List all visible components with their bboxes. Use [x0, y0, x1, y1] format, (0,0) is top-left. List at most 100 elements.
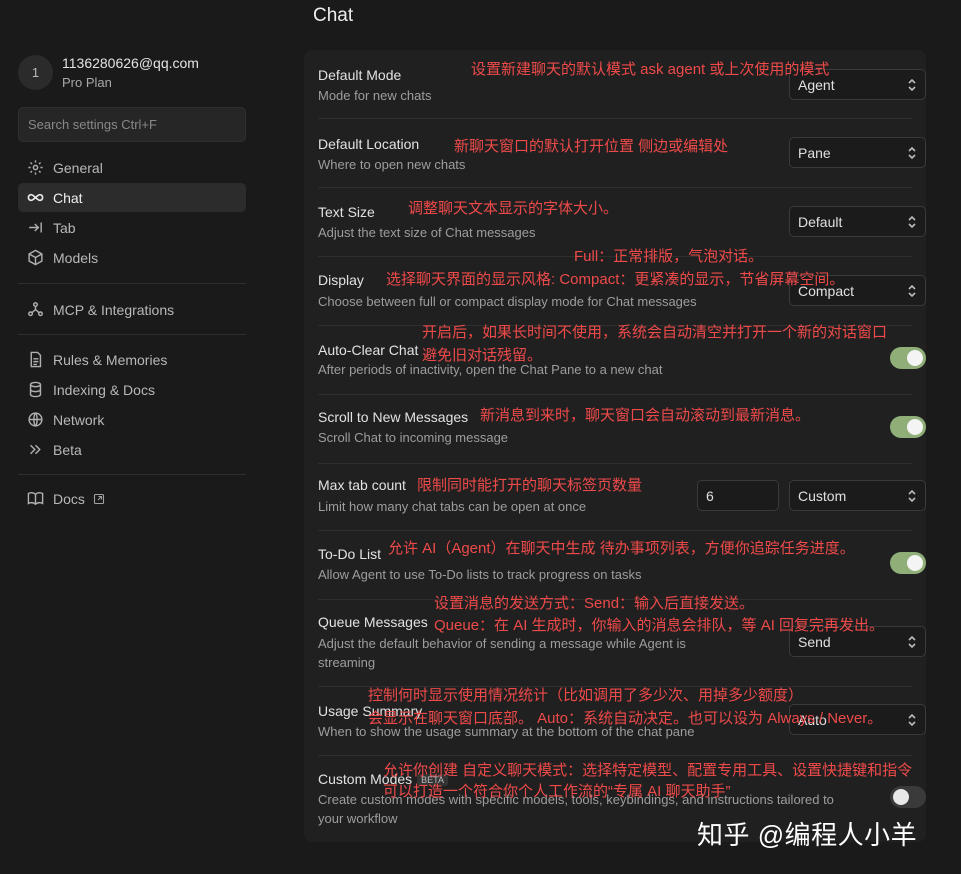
- annotation: 新消息到来时，聊天窗口会自动滚动到最新消息。: [480, 407, 811, 424]
- chevron-updown-icon: [908, 284, 916, 298]
- annotation: 设置新建聊天的默认模式 ask agent 或上次使用的模式: [471, 61, 830, 78]
- sidebar-item-label: Docs: [53, 490, 85, 507]
- sidebar-item-label: Rules & Memories: [53, 351, 168, 368]
- setting-title: Queue Messages: [318, 614, 428, 630]
- sidebar-item-label: Models: [53, 249, 99, 266]
- book-icon: [27, 492, 44, 506]
- annotation: 控制何时显示使用情况统计（比如调用了多少次、用掉多少额度）: [368, 687, 804, 704]
- avatar: 1: [18, 54, 53, 90]
- page-title: Chat: [313, 5, 354, 26]
- sidebar-item-indexing[interactable]: Indexing & Docs: [18, 375, 246, 404]
- setting-title: Scroll to New Messages: [318, 409, 469, 425]
- setting-title: Auto-Clear Chat: [318, 342, 419, 358]
- sidebar-item-docs[interactable]: Docs: [18, 484, 246, 513]
- setting-title: Display: [318, 272, 364, 288]
- sidebar-item-label: Network: [53, 411, 105, 428]
- nodes-icon: [28, 302, 43, 317]
- annotation: 调整聊天文本显示的字体大小。: [408, 200, 619, 217]
- setting-title: Default Location: [318, 136, 420, 152]
- chevron-updown-icon: [908, 635, 916, 649]
- divider: [18, 474, 246, 475]
- annotation: 选择聊天界面的显示风格: Compact：更紧凑的显示，节省屏幕空间。: [386, 271, 845, 288]
- tab-arrow-icon: [29, 222, 42, 233]
- setting-description: Mode for new chats: [318, 88, 432, 103]
- watermark: 知乎 @编程人小羊: [697, 820, 918, 850]
- select-value: Pane: [798, 144, 831, 161]
- double-chevron-icon: [30, 444, 41, 455]
- sidebar-item-general[interactable]: General: [18, 153, 246, 182]
- nav-group-main: General Chat Tab Models: [18, 153, 246, 273]
- annotation: Queue：在 AI 生成时，你输入的消息会排队，等 AI 回复完再发出。: [434, 617, 885, 634]
- gear-icon: [28, 160, 43, 175]
- annotation: 会显示在聊天窗口底部。 Auto：系统自动决定。也可以设为 Always / N…: [368, 710, 883, 727]
- chevron-updown-icon: [908, 713, 916, 727]
- select-value: Default: [798, 213, 843, 230]
- todo-list-toggle[interactable]: [890, 552, 926, 574]
- setting-description: Adjust the text size of Chat messages: [318, 225, 536, 240]
- default-location-select[interactable]: Pane: [789, 137, 926, 168]
- user-plan: Pro Plan: [62, 74, 112, 90]
- setting-description: Adjust the default behavior of sending a…: [318, 636, 686, 670]
- user-email: 1136280626@qq.com: [62, 54, 199, 71]
- chevron-updown-icon: [908, 146, 916, 160]
- annotation: 开启后，如果长时间不使用，系统会自动清空并打开一个新的对话窗口: [422, 324, 888, 341]
- document-icon: [30, 351, 42, 368]
- setting-display: Display Choose between full or compact d…: [318, 257, 926, 325]
- external-link-icon: [93, 493, 104, 504]
- select-value: Send: [798, 633, 831, 650]
- sidebar-item-models[interactable]: Models: [18, 243, 246, 272]
- setting-description: Allow Agent to use To-Do lists to track …: [318, 567, 642, 582]
- setting-max-tab-count: Max tab count Limit how many chat tabs c…: [318, 464, 926, 530]
- select-value: Custom: [798, 487, 847, 504]
- search-input[interactable]: Search settings Ctrl+F: [18, 107, 246, 142]
- divider: [18, 283, 246, 284]
- custom-modes-toggle[interactable]: [890, 786, 926, 808]
- sidebar-item-tab[interactable]: Tab: [18, 213, 246, 242]
- nav-group-docs: Docs: [18, 484, 246, 514]
- annotation: 新聊天窗口的默认打开位置 侧边或编辑处: [454, 138, 729, 155]
- setting-description: Limit how many chat tabs can be open at …: [318, 499, 587, 514]
- annotation: 允许 AI（Agent）在聊天中生成 待办事项列表，方便你追踪任务进度。: [388, 540, 855, 557]
- nav-group-context: Rules & Memories Indexing & Docs Network…: [18, 345, 246, 465]
- sidebar-item-label: MCP & Integrations: [53, 301, 175, 318]
- setting-title: Text Size: [318, 204, 375, 220]
- setting-description: Choose between full or compact display m…: [318, 294, 697, 309]
- setting-description: Scroll Chat to incoming message: [318, 430, 509, 445]
- user-account[interactable]: 1 1136280626@qq.com Pro Plan: [18, 52, 199, 92]
- sidebar-item-label: General: [53, 159, 103, 176]
- sidebar-item-network[interactable]: Network: [18, 405, 246, 434]
- cube-icon: [28, 249, 43, 266]
- annotation: 设置消息的发送方式：Send：输入后直接发送。: [434, 595, 755, 612]
- infinity-icon: [27, 193, 44, 202]
- annotation: 可以打造一个符合你个人工作流的“专属 AI 聊天助手”: [383, 783, 731, 800]
- sidebar-item-rules[interactable]: Rules & Memories: [18, 345, 246, 374]
- sidebar-item-label: Indexing & Docs: [53, 381, 155, 398]
- setting-title: Max tab count: [318, 477, 406, 493]
- sidebar-item-mcp[interactable]: MCP & Integrations: [18, 295, 246, 324]
- divider: [18, 334, 246, 335]
- annotation: 避免旧对话残留。: [422, 347, 543, 364]
- setting-description: Where to open new chats: [318, 157, 466, 172]
- settings-sidebar: 1 1136280626@qq.com Pro Plan Search sett…: [0, 0, 262, 874]
- annotation: 限制同时能打开的聊天标签页数量: [417, 477, 643, 494]
- sidebar-item-label: Beta: [53, 441, 82, 458]
- database-icon: [29, 381, 42, 398]
- setting-title: Default Mode: [318, 67, 402, 83]
- nav-group-integrations: MCP & Integrations: [18, 295, 246, 325]
- annotation: 允许你创建 自定义聊天模式：选择特定模型、配置专用工具、设置快捷键和指令: [383, 762, 913, 779]
- max-tab-count-select[interactable]: Custom: [789, 480, 926, 511]
- sidebar-item-label: Chat: [53, 189, 83, 206]
- sidebar-item-beta[interactable]: Beta: [18, 435, 246, 464]
- sidebar-item-chat[interactable]: Chat: [18, 183, 246, 212]
- chevron-updown-icon: [908, 78, 916, 92]
- text-size-select[interactable]: Default: [789, 206, 926, 237]
- max-tab-count-input[interactable]: 6: [697, 480, 779, 511]
- auto-clear-chat-toggle[interactable]: [890, 347, 926, 369]
- globe-icon: [28, 412, 43, 427]
- chevron-updown-icon: [908, 215, 916, 229]
- scroll-new-messages-toggle[interactable]: [890, 416, 926, 438]
- setting-title: To-Do List: [318, 546, 382, 562]
- sidebar-item-label: Tab: [53, 219, 76, 236]
- annotation: Full：正常排版，气泡对话。: [574, 248, 764, 265]
- chevron-updown-icon: [908, 489, 916, 503]
